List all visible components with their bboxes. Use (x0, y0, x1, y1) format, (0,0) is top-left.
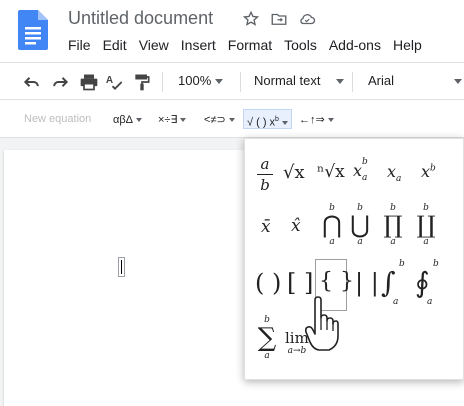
intersection-symbol[interactable]: b ⋂ a (321, 203, 343, 247)
menu-addons[interactable]: Add-ons (323, 37, 387, 53)
undo-icon[interactable] (22, 72, 42, 92)
chevron-down-icon (180, 118, 187, 123)
menu-tools[interactable]: Tools (278, 37, 323, 53)
intersection-glyph: ⋂ (322, 211, 342, 239)
subscript-symbol[interactable]: xa (387, 162, 401, 184)
union-symbol[interactable]: b ⋃ a (349, 203, 371, 247)
contour-integral-symbol[interactable]: b ∮ a (415, 259, 441, 307)
union-glyph: ⋃ (350, 211, 370, 239)
style-value: Normal text (254, 73, 321, 88)
star-icon[interactable] (242, 10, 260, 28)
hat-symbol[interactable]: x̂ (291, 216, 301, 236)
fraction-symbol[interactable]: a b (257, 155, 273, 194)
document-title[interactable]: Untitled document (68, 8, 213, 29)
overbar-symbol[interactable]: x̄ (261, 217, 271, 237)
main-toolbar: A 100% Normal text Arial (0, 62, 464, 100)
menu-edit[interactable]: Edit (97, 37, 133, 53)
subsup-scripts: ba (362, 157, 368, 183)
toolbar-divider (240, 72, 241, 92)
greek-letters-menu[interactable]: αβΔ (110, 110, 145, 130)
print-icon[interactable] (79, 72, 99, 92)
font-select[interactable]: Arial (368, 73, 463, 88)
new-equation-button[interactable]: New equation (24, 113, 91, 125)
coproduct-glyph: ∐ (416, 211, 436, 239)
toolbar-divider (352, 72, 353, 92)
font-value: Arial (368, 73, 395, 88)
product-glyph: ∏ (383, 211, 403, 239)
chevron-down-icon (228, 118, 235, 123)
integral-glyph: ∫ (381, 266, 396, 299)
menu-file[interactable]: File (68, 37, 97, 53)
paint-format-icon[interactable] (132, 72, 152, 92)
brackets-symbol[interactable]: [ ] (287, 269, 313, 297)
misc-operations-label: ×÷∃ (158, 114, 178, 126)
superscript-symbol[interactable]: xb (421, 162, 436, 181)
chevron-down-icon (136, 118, 143, 123)
svg-text:A: A (106, 75, 113, 86)
subscript-base: x (387, 162, 397, 181)
style-select[interactable]: Normal text (254, 73, 345, 88)
math-operators-palette: a b √x ⁿ√x xba xa xb x̄ x̂ b ⋂ a b ⋃ a b (244, 138, 464, 380)
title-icons (242, 10, 316, 28)
absolute-bars-symbol[interactable]: | | (355, 269, 379, 297)
subscript-sub: a (396, 174, 402, 185)
hand-pointer-icon (305, 296, 339, 351)
menu-format[interactable]: Format (222, 37, 278, 53)
parentheses-symbol[interactable]: ( ) (255, 269, 281, 297)
nth-root-symbol[interactable]: ⁿ√x (317, 162, 345, 182)
fraction-bar (257, 174, 273, 175)
text-cursor (121, 260, 122, 274)
relations-menu[interactable]: <≠⊃ (201, 110, 238, 130)
arrows-menu[interactable]: ←↑⇒ (296, 110, 337, 130)
superscript-base: x (421, 162, 431, 181)
product-symbol[interactable]: b ∏ a (382, 203, 404, 247)
integral-symbol[interactable]: b ∫ a (381, 259, 407, 307)
subsup-sup: b (362, 156, 368, 167)
subsup-base: x (353, 161, 363, 180)
title-bar: Untitled document File Edit View Insert … (0, 0, 464, 62)
chevron-down-icon (327, 118, 334, 123)
superscript-sup: b (430, 163, 436, 174)
chevron-down-icon (336, 79, 345, 85)
equation-input-box[interactable] (118, 257, 125, 277)
redo-icon[interactable] (50, 72, 70, 92)
equation-toolbar: New equation αβΔ ×÷∃ <≠⊃ √ ( ) xb ←↑⇒ (0, 100, 464, 138)
subsup-sub: a (362, 172, 368, 183)
chevron-down-icon (281, 120, 288, 125)
docs-logo-icon[interactable] (18, 10, 48, 50)
menu-insert[interactable]: Insert (175, 37, 222, 53)
math-operators-label: √ ( ) x (247, 116, 276, 129)
summation-glyph: ∑ (257, 323, 277, 353)
fraction-denominator: b (260, 176, 270, 194)
misc-operations-menu[interactable]: ×÷∃ (155, 110, 189, 130)
move-to-folder-icon[interactable] (270, 10, 288, 28)
zoom-select[interactable]: 100% (178, 73, 224, 88)
braces-symbol[interactable]: { } (319, 269, 354, 294)
math-operators-superscript: b (275, 116, 279, 123)
menu-help[interactable]: Help (387, 37, 428, 53)
greek-letters-label: αβΔ (113, 114, 134, 126)
chevron-down-icon (454, 79, 463, 85)
menu-bar: File Edit View Insert Format Tools Add-o… (68, 37, 428, 53)
spellcheck-icon[interactable]: A (105, 72, 125, 92)
contour-glyph: ∮ (415, 266, 430, 299)
cloud-saved-icon[interactable] (298, 10, 316, 28)
chevron-down-icon (215, 79, 224, 85)
toolbar-divider (162, 72, 163, 92)
summation-symbol[interactable]: b ∑ a (255, 315, 279, 361)
fraction-numerator: a (260, 155, 270, 173)
relations-label: <≠⊃ (204, 114, 226, 126)
sqrt-symbol[interactable]: √x (283, 162, 305, 183)
zoom-value: 100% (178, 73, 212, 88)
coproduct-symbol[interactable]: b ∐ a (415, 203, 437, 247)
docs-window: Untitled document File Edit View Insert … (0, 0, 464, 406)
subsup-symbol[interactable]: xba (353, 157, 368, 183)
arrows-label: ←↑⇒ (299, 114, 325, 126)
menu-view[interactable]: View (133, 37, 175, 53)
math-operators-menu[interactable]: √ ( ) xb (243, 109, 292, 129)
